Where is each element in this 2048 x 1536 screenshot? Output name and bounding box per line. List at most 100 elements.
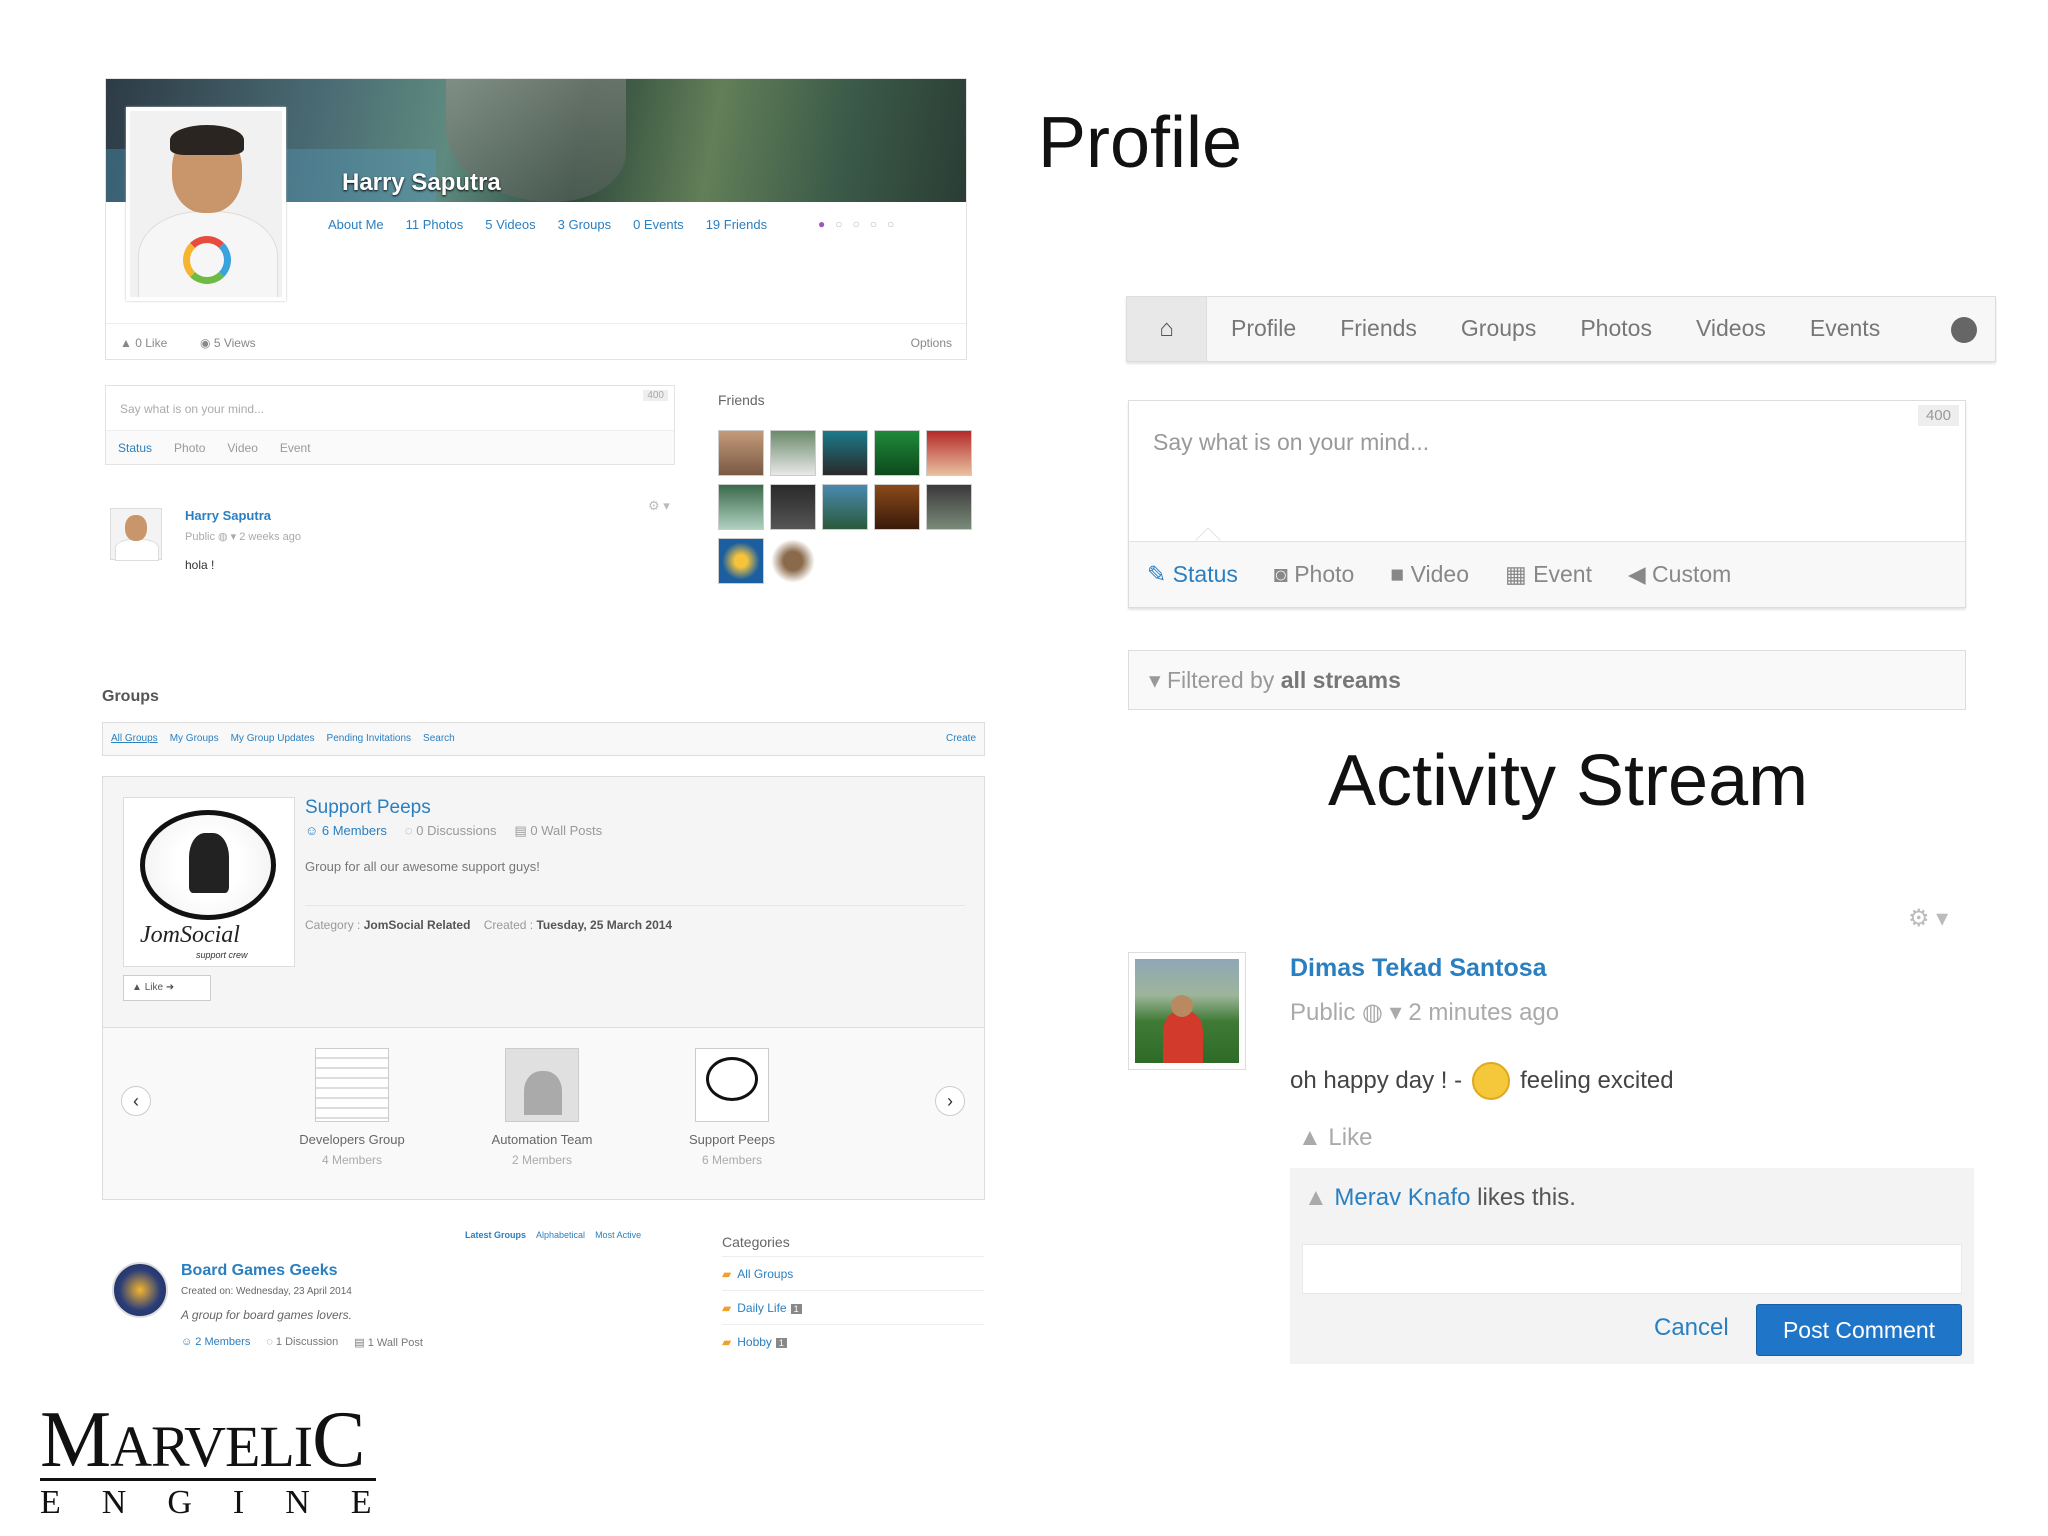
- small-tab-video[interactable]: Video: [227, 441, 257, 455]
- carousel-group-members: 2 Members: [511, 1153, 573, 1167]
- thumbs-up-icon: ▲: [1298, 1124, 1329, 1151]
- friend-avatar[interactable]: [718, 538, 764, 584]
- carousel-group[interactable]: Support Peeps 6 Members: [637, 1048, 827, 1167]
- composer-tab-event[interactable]: ▦ Event: [1505, 561, 1592, 588]
- tab-pending-invitations[interactable]: Pending Invitations: [327, 733, 412, 745]
- tab-all-groups[interactable]: All Groups: [111, 733, 158, 745]
- friend-avatar[interactable]: [874, 484, 920, 530]
- stream-filter[interactable]: ▾ Filtered by all streams: [1128, 650, 1966, 710]
- tab-my-group-updates[interactable]: My Group Updates: [231, 733, 315, 745]
- composer-tab-custom[interactable]: ◀ Custom: [1628, 561, 1731, 588]
- members-icon: ☺: [305, 823, 322, 838]
- group-discussions-label: 0 Discussions: [416, 823, 497, 838]
- post-like-button[interactable]: ▲ Like: [1298, 1124, 1372, 1152]
- logo-subtitle: ENGINE: [40, 1484, 413, 1521]
- profile-link-about[interactable]: About Me: [328, 217, 384, 232]
- cancel-button[interactable]: Cancel: [1654, 1314, 1729, 1342]
- composer-tab-photo-label: Photo: [1294, 561, 1355, 587]
- post-comment-button[interactable]: Post Comment: [1756, 1304, 1962, 1356]
- home-icon[interactable]: ⌂: [1127, 297, 1207, 361]
- friend-avatar[interactable]: [874, 430, 920, 476]
- profile-link-groups[interactable]: 3 Groups: [558, 217, 611, 232]
- small-composer-tabs: Status Photo Video Event: [106, 430, 674, 464]
- small-tab-photo[interactable]: Photo: [174, 441, 205, 455]
- category-item[interactable]: ▰ Hobby 1: [722, 1324, 984, 1358]
- groups-tabs: All Groups My Groups My Group Updates Pe…: [102, 722, 985, 756]
- avatar-hair: [170, 125, 244, 155]
- carousel-group-members: 4 Members: [321, 1153, 383, 1167]
- profile-link-videos[interactable]: 5 Videos: [485, 217, 535, 232]
- carousel-prev-button[interactable]: ‹: [121, 1086, 151, 1116]
- post-feeling: feeling excited: [1520, 1067, 1674, 1094]
- carousel-group[interactable]: Developers Group 4 Members: [257, 1048, 447, 1167]
- profile-footer: ▲ 0 Like ◉ 5 Views Options: [106, 323, 966, 359]
- members-icon: ☺: [181, 1336, 196, 1348]
- friend-avatar[interactable]: [718, 484, 764, 530]
- tab-search[interactable]: Search: [423, 733, 455, 745]
- group-like-button[interactable]: ▲ Like ➜: [123, 975, 211, 1001]
- nav-events[interactable]: Events: [1810, 315, 1880, 342]
- composer-tab-photo[interactable]: ◙ Photo: [1274, 561, 1354, 588]
- composer-tab-video[interactable]: ■ Video: [1390, 561, 1469, 588]
- profile-options-button[interactable]: Options: [911, 336, 952, 350]
- create-group-link[interactable]: Create: [946, 733, 976, 745]
- board-games-name[interactable]: Board Games Geeks: [181, 1262, 338, 1280]
- profile-card: Harry Saputra About Me 11 Photos 5 Video…: [105, 78, 967, 360]
- small-composer-input[interactable]: Say what is on your mind...: [120, 402, 264, 416]
- small-post-avatar[interactable]: [110, 508, 162, 561]
- profile-link-events[interactable]: 0 Events: [633, 217, 684, 232]
- category-label: Daily Life: [737, 1301, 787, 1315]
- composer-input[interactable]: Say what is on your mind...: [1153, 429, 1429, 456]
- nav-videos[interactable]: Videos: [1696, 315, 1766, 342]
- group-members[interactable]: ☺ 6 Members: [305, 823, 387, 839]
- friend-avatar[interactable]: [926, 430, 972, 476]
- gear-icon[interactable]: ⚙ ▾: [1908, 904, 1948, 933]
- profile-name[interactable]: Harry Saputra: [342, 169, 501, 197]
- gear-icon[interactable]: ⚙ ▾: [648, 498, 670, 514]
- carousel-group[interactable]: Automation Team 2 Members: [447, 1048, 637, 1167]
- post-author-avatar[interactable]: [1128, 952, 1246, 1070]
- tab-my-groups[interactable]: My Groups: [170, 733, 219, 745]
- friend-avatar[interactable]: [926, 484, 972, 530]
- sort-most-active[interactable]: Most Active: [595, 1230, 641, 1240]
- nav-groups[interactable]: Groups: [1461, 315, 1536, 342]
- friend-avatar[interactable]: [822, 430, 868, 476]
- profile-like-button[interactable]: ▲ 0 Like: [120, 336, 167, 350]
- profile-link-friends[interactable]: 19 Friends: [706, 217, 767, 232]
- category-item[interactable]: ▰ All Groups: [722, 1256, 984, 1290]
- small-tab-event[interactable]: Event: [280, 441, 311, 455]
- board-games-avatar[interactable]: [112, 1262, 168, 1318]
- comment-input[interactable]: [1302, 1244, 1962, 1294]
- post-author-name[interactable]: Dimas Tekad Santosa: [1290, 954, 1547, 983]
- sort-latest[interactable]: Latest Groups: [465, 1230, 526, 1240]
- nav-items: Profile Friends Groups Photos Videos Eve…: [1231, 315, 1880, 342]
- small-post-author[interactable]: Harry Saputra: [185, 508, 271, 523]
- nav-friends[interactable]: Friends: [1340, 315, 1417, 342]
- friend-avatar[interactable]: [770, 430, 816, 476]
- friend-avatar[interactable]: [770, 538, 816, 584]
- eye-icon: ◉: [200, 336, 214, 350]
- category-item[interactable]: ▰ Daily Life 1: [722, 1290, 984, 1324]
- profile-link-photos[interactable]: 11 Photos: [406, 217, 464, 232]
- small-post-text: hola !: [185, 558, 215, 572]
- profile-avatar[interactable]: [126, 107, 286, 301]
- board-games-description: A group for board games lovers.: [181, 1308, 352, 1322]
- share-icon[interactable]: ➜: [166, 982, 174, 993]
- nav-photos[interactable]: Photos: [1580, 315, 1652, 342]
- sort-alphabetical[interactable]: Alphabetical: [536, 1230, 585, 1240]
- group-name[interactable]: Support Peeps: [305, 797, 431, 819]
- caret-down-icon: ▾: [1149, 667, 1167, 693]
- likes-summary: ▲ Merav Knafo likes this.: [1304, 1184, 1576, 1212]
- globe-icon[interactable]: [1951, 317, 1977, 343]
- friend-avatar[interactable]: [770, 484, 816, 530]
- group-logo[interactable]: JomSocial support crew: [123, 797, 295, 967]
- friend-avatar[interactable]: [822, 484, 868, 530]
- composer-tab-status[interactable]: ✎ Status: [1147, 561, 1238, 588]
- nav-profile[interactable]: Profile: [1231, 315, 1296, 342]
- jomsocial-logo-icon: [183, 236, 231, 284]
- small-tab-status[interactable]: Status: [118, 441, 152, 455]
- liker-name[interactable]: Merav Knafo: [1334, 1184, 1470, 1211]
- carousel-next-button[interactable]: ›: [935, 1086, 965, 1116]
- friend-avatar[interactable]: [718, 430, 764, 476]
- board-games-members[interactable]: ☺ 2 Members: [181, 1336, 250, 1349]
